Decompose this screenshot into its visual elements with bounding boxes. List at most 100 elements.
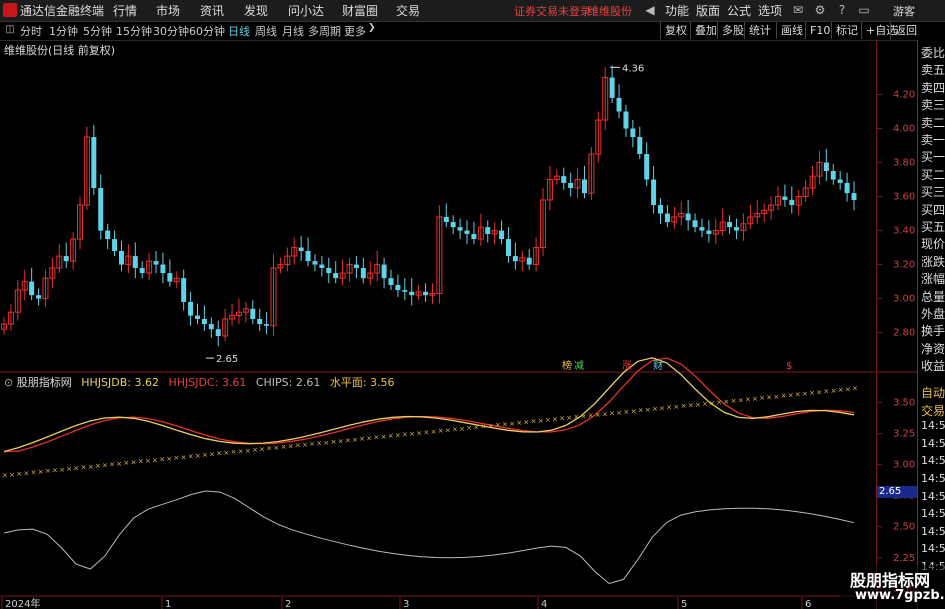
candle-body — [505, 239, 511, 257]
candle-body — [112, 239, 118, 251]
menu-market[interactable]: 市场 — [156, 2, 180, 19]
indicator-axis-label: 3.25 — [893, 429, 915, 440]
menu-news[interactable]: 资讯 — [200, 2, 224, 19]
side-item-15[interactable]: 外盘 — [921, 305, 945, 322]
menu-wealth-circle[interactable]: 财富圈 — [342, 2, 378, 19]
chat-icon[interactable]: ✉ — [790, 2, 806, 18]
tool-adjust[interactable]: 复权 — [660, 22, 691, 39]
restore-icon[interactable]: ▭ — [856, 2, 872, 18]
side-item-4[interactable]: 卖二 — [921, 114, 945, 131]
water-level-mark: × — [845, 385, 851, 393]
side-item-7[interactable]: 买二 — [921, 166, 945, 183]
menu-trade[interactable]: 交易 — [396, 2, 420, 19]
side-item-13[interactable]: 涨幅 — [921, 270, 945, 287]
menu-ask-xiaoda[interactable]: 问小达 — [288, 2, 324, 19]
menu-quotes[interactable]: 行情 — [113, 2, 137, 19]
side-item-11[interactable]: 现价 — [921, 235, 945, 252]
water-level-mark: × — [695, 401, 701, 409]
candle-body — [118, 250, 124, 265]
side-item-16[interactable]: 换手 — [921, 322, 945, 339]
water-level-mark: × — [331, 438, 337, 446]
water-level-mark: × — [602, 410, 608, 418]
side-item-2[interactable]: 卖四 — [921, 79, 945, 96]
menu-layout[interactable]: 版面 — [696, 2, 720, 19]
water-level-mark: × — [623, 408, 629, 416]
help-icon[interactable]: ? — [834, 2, 850, 18]
more-chevron-icon[interactable]: ❯ — [368, 23, 376, 33]
water-level-mark: × — [788, 391, 794, 399]
menu-options[interactable]: 选项 — [758, 2, 782, 19]
water-level-mark: × — [216, 450, 222, 458]
period-weekly[interactable]: 周线 — [255, 23, 277, 39]
tool-back[interactable]: 返回 — [890, 22, 921, 39]
kline-chart[interactable]: × × × × × × × × × × × × × × × × × × × × × × × × × × × × × × × × × × × × × × × ×… — [0, 40, 917, 609]
period-15min[interactable]: 15分钟 — [116, 23, 152, 39]
series-hhjsjdb: HHJSJDB: 3.62 — [81, 376, 159, 389]
water-level-mark: × — [102, 461, 108, 469]
indicator-settings-icon[interactable]: ⊙ — [4, 376, 17, 389]
period-30min[interactable]: 30分钟 — [153, 23, 189, 39]
side-item-0[interactable]: 委比 — [921, 44, 945, 61]
candle-body — [250, 308, 256, 319]
side-item-14[interactable]: 总量 — [921, 288, 945, 305]
settings-icon[interactable]: ⚙ — [812, 2, 828, 18]
back-arrow-icon[interactable]: ◀ — [642, 2, 658, 18]
water-level-mark: × — [202, 451, 208, 459]
candle-body — [360, 267, 366, 279]
period-multi[interactable]: 多周期 — [308, 23, 341, 39]
tool-mark[interactable]: 标记 — [831, 22, 862, 39]
expand-icon[interactable]: ◫ — [2, 22, 18, 38]
side-item-12[interactable]: 涨跌 — [921, 253, 945, 270]
tool-draw[interactable]: 画线 — [776, 22, 807, 39]
menu-formula[interactable]: 公式 — [727, 2, 751, 19]
candle-body — [464, 230, 470, 234]
water-level-mark: × — [766, 393, 772, 401]
tool-statistics[interactable]: 统计 — [744, 22, 775, 39]
water-level-mark: × — [495, 421, 501, 429]
tick-time-entry: 14:56 — [921, 524, 945, 538]
period-5min[interactable]: 5分钟 — [83, 23, 112, 39]
period-monthly[interactable]: 月线 — [282, 23, 304, 39]
water-level-mark: × — [423, 429, 429, 437]
period-1min[interactable]: 1分钟 — [49, 23, 78, 39]
side-item-10[interactable]: 买五 — [921, 218, 945, 235]
water-level-mark: × — [545, 416, 551, 424]
candle-body — [568, 182, 574, 189]
candle-body — [512, 256, 518, 262]
water-level-mark: × — [388, 432, 394, 440]
indicator-name[interactable]: 股朋指标网 — [17, 376, 72, 389]
period-more[interactable]: 更多 — [344, 23, 366, 39]
side-item-5[interactable]: 卖一 — [921, 131, 945, 148]
water-level-mark: × — [209, 450, 215, 458]
side-item-1[interactable]: 卖五 — [921, 61, 945, 78]
login-status[interactable]: 证券交易未登录 — [514, 3, 591, 19]
candle-body — [471, 233, 477, 240]
candle-body — [29, 281, 35, 296]
indicator-header: ⊙ 股朋指标网 HHJSJDB: 3.62 HHJSJDC: 3.61 CHIP… — [4, 374, 395, 390]
water-level-mark: × — [59, 466, 65, 474]
side-item-18[interactable]: 收益 — [921, 357, 945, 374]
period-60min[interactable]: 60分钟 — [189, 23, 225, 39]
price-axis-label: 3.00 — [893, 294, 915, 305]
side-item-8[interactable]: 买三 — [921, 183, 945, 200]
side-item-9[interactable]: 买四 — [921, 201, 945, 218]
candle-body — [160, 264, 166, 274]
water-level-mark: × — [652, 405, 658, 413]
period-daily[interactable]: 日线 — [228, 23, 250, 39]
water-level-mark: × — [373, 434, 379, 442]
guest-user[interactable]: 游客 — [893, 3, 915, 19]
water-level-mark: × — [852, 385, 858, 393]
tool-f10[interactable]: F10 — [805, 22, 834, 39]
tick-time-entry: 14:56 — [921, 436, 945, 450]
candle-body — [823, 162, 829, 172]
side-item-3[interactable]: 卖三 — [921, 96, 945, 113]
side-item-17[interactable]: 净资 — [921, 340, 945, 357]
menu-discover[interactable]: 发现 — [244, 2, 268, 19]
water-level-mark: × — [681, 402, 687, 410]
candle-body — [312, 261, 318, 265]
menu-functions[interactable]: 功能 — [665, 2, 689, 19]
candle-body — [443, 216, 449, 223]
candle-body — [851, 193, 857, 200]
side-item-6[interactable]: 买一 — [921, 148, 945, 165]
period-timeshare[interactable]: 分时 — [20, 23, 42, 39]
